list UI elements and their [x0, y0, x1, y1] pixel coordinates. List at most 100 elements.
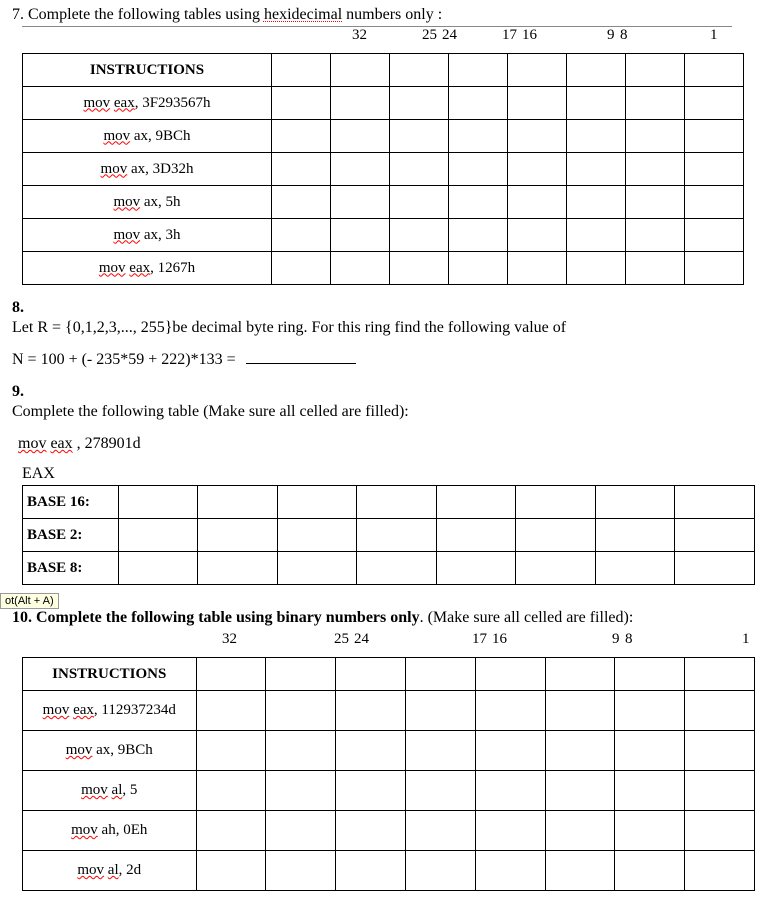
- table-header-row: INSTRUCTIONS: [23, 658, 755, 691]
- mnemonic: mov: [81, 782, 108, 798]
- q7-prompt: 7. Complete the following tables using h…: [12, 6, 755, 24]
- reg: eax: [114, 95, 135, 111]
- q10-bit-ruler: 32 25 24 17 16 9 8 1: [22, 631, 752, 651]
- col: [336, 658, 406, 691]
- operand: , 5h: [158, 194, 181, 210]
- mnemonic: mov: [99, 260, 126, 276]
- mnemonic: mov: [83, 95, 110, 111]
- q9-table: BASE 16: BASE 2: BASE 8:: [22, 485, 755, 585]
- ruler-24: 24: [354, 631, 369, 648]
- mnemonic: mov: [103, 128, 130, 144]
- operand: , 3D32h: [145, 161, 193, 177]
- q10-prompt: 10. Complete the following table using b…: [12, 609, 755, 627]
- mnemonic: mov: [101, 161, 128, 177]
- q7-prefix: 7. Complete the following tables using: [12, 6, 264, 23]
- operand: , 2d: [119, 862, 142, 878]
- mnemonic: mov: [113, 194, 140, 210]
- table-row: mov eax, 112937234d: [23, 691, 755, 731]
- operand: , 5: [122, 782, 137, 798]
- operand: , 9BCh: [110, 742, 153, 758]
- q10-bold: binary numbers only: [276, 609, 419, 626]
- reg: ax: [131, 161, 145, 177]
- q10-table: INSTRUCTIONS mov eax, 112937234d mov ax,…: [22, 657, 755, 891]
- mnemonic: mov: [71, 822, 98, 838]
- col: [567, 54, 626, 87]
- col: [626, 54, 685, 87]
- operand: , 3F293567h: [135, 95, 211, 111]
- q9-instruction: mov eax , 278901d: [18, 435, 755, 453]
- ruler-1: 1: [742, 631, 750, 648]
- q9-number: 9.: [12, 383, 755, 401]
- reg: eax: [50, 435, 72, 452]
- col: [405, 658, 475, 691]
- ruler-1: 1: [710, 27, 718, 44]
- q8-number: 8.: [12, 299, 755, 317]
- ruler-9: 9: [607, 27, 615, 44]
- reg: al: [112, 782, 123, 798]
- mnemonic: mov: [113, 227, 140, 243]
- q10-prefix: 10. Complete the following table using: [12, 609, 276, 626]
- table-row: BASE 2:: [23, 519, 755, 552]
- q10-suffix: . (Make sure all celled are filled):: [420, 609, 634, 626]
- base-label: BASE 8:: [23, 552, 119, 585]
- operand: , 9BCh: [148, 128, 191, 144]
- ruler-24: 24: [442, 27, 457, 44]
- ruler-8: 8: [620, 27, 628, 44]
- col: [390, 54, 449, 87]
- reg: al: [108, 862, 119, 878]
- q7-underlined-word: hexidecimal: [264, 6, 342, 23]
- col: [272, 54, 331, 87]
- ruler-25: 25: [334, 631, 349, 648]
- col: [508, 54, 567, 87]
- reg: ax: [96, 742, 110, 758]
- reg: ax: [144, 227, 158, 243]
- col: [685, 54, 744, 87]
- reg: ax: [144, 194, 158, 210]
- table-row: mov ah, 0Eh: [23, 811, 755, 851]
- table-row: mov eax, 3F293567h: [23, 87, 744, 120]
- col: [266, 658, 336, 691]
- operand: , 278901d: [73, 435, 141, 452]
- table-row: mov al, 2d: [23, 851, 755, 891]
- table-row: mov ax, 3D32h: [23, 153, 744, 186]
- base-label: BASE 16:: [23, 486, 119, 519]
- mnemonic: mov: [18, 435, 46, 452]
- ruler-8: 8: [625, 631, 633, 648]
- col: [331, 54, 390, 87]
- table-row: mov ax, 9BCh: [23, 120, 744, 153]
- col: [475, 658, 545, 691]
- table-row: mov al, 5: [23, 771, 755, 811]
- table-header-row: INSTRUCTIONS: [23, 54, 744, 87]
- col: [685, 658, 755, 691]
- base-label: BASE 2:: [23, 519, 119, 552]
- answer-blank[interactable]: [246, 363, 356, 364]
- ruler-32: 32: [352, 27, 367, 44]
- col: [196, 658, 266, 691]
- q7-suffix: numbers only :: [342, 6, 442, 23]
- reg: eax: [73, 702, 94, 718]
- operand: , 112937234d: [94, 702, 176, 718]
- reg: eax: [129, 260, 150, 276]
- col: [545, 658, 615, 691]
- table-row: BASE 16:: [23, 486, 755, 519]
- reg: ax: [134, 128, 148, 144]
- table-row: mov ax, 5h: [23, 186, 744, 219]
- screen-tip: ot(Alt + A): [0, 593, 59, 609]
- operand: , 1267h: [150, 260, 195, 276]
- ruler-9: 9: [612, 631, 620, 648]
- q7-table: INSTRUCTIONS mov eax, 3F293567h mov ax, …: [22, 53, 744, 285]
- q8-line2: N = 100 + (- 235*59 + 222)*133 =: [12, 351, 755, 369]
- instructions-header: INSTRUCTIONS: [23, 54, 272, 87]
- q7-bit-ruler: 32 25 24 17 16 9 8 1: [22, 26, 732, 47]
- col: [449, 54, 508, 87]
- ruler-17: 17: [472, 631, 487, 648]
- q9-line1: Complete the following table (Make sure …: [12, 403, 755, 421]
- ruler-32: 32: [222, 631, 237, 648]
- col: [615, 658, 685, 691]
- table-row: mov ax, 3h: [23, 219, 744, 252]
- q8-line1: Let R = {0,1,2,3,..., 255}be decimal byt…: [12, 319, 755, 337]
- mnemonic: mov: [43, 702, 70, 718]
- ruler-25: 25: [422, 27, 437, 44]
- table-row: BASE 8:: [23, 552, 755, 585]
- instructions-header: INSTRUCTIONS: [23, 658, 197, 691]
